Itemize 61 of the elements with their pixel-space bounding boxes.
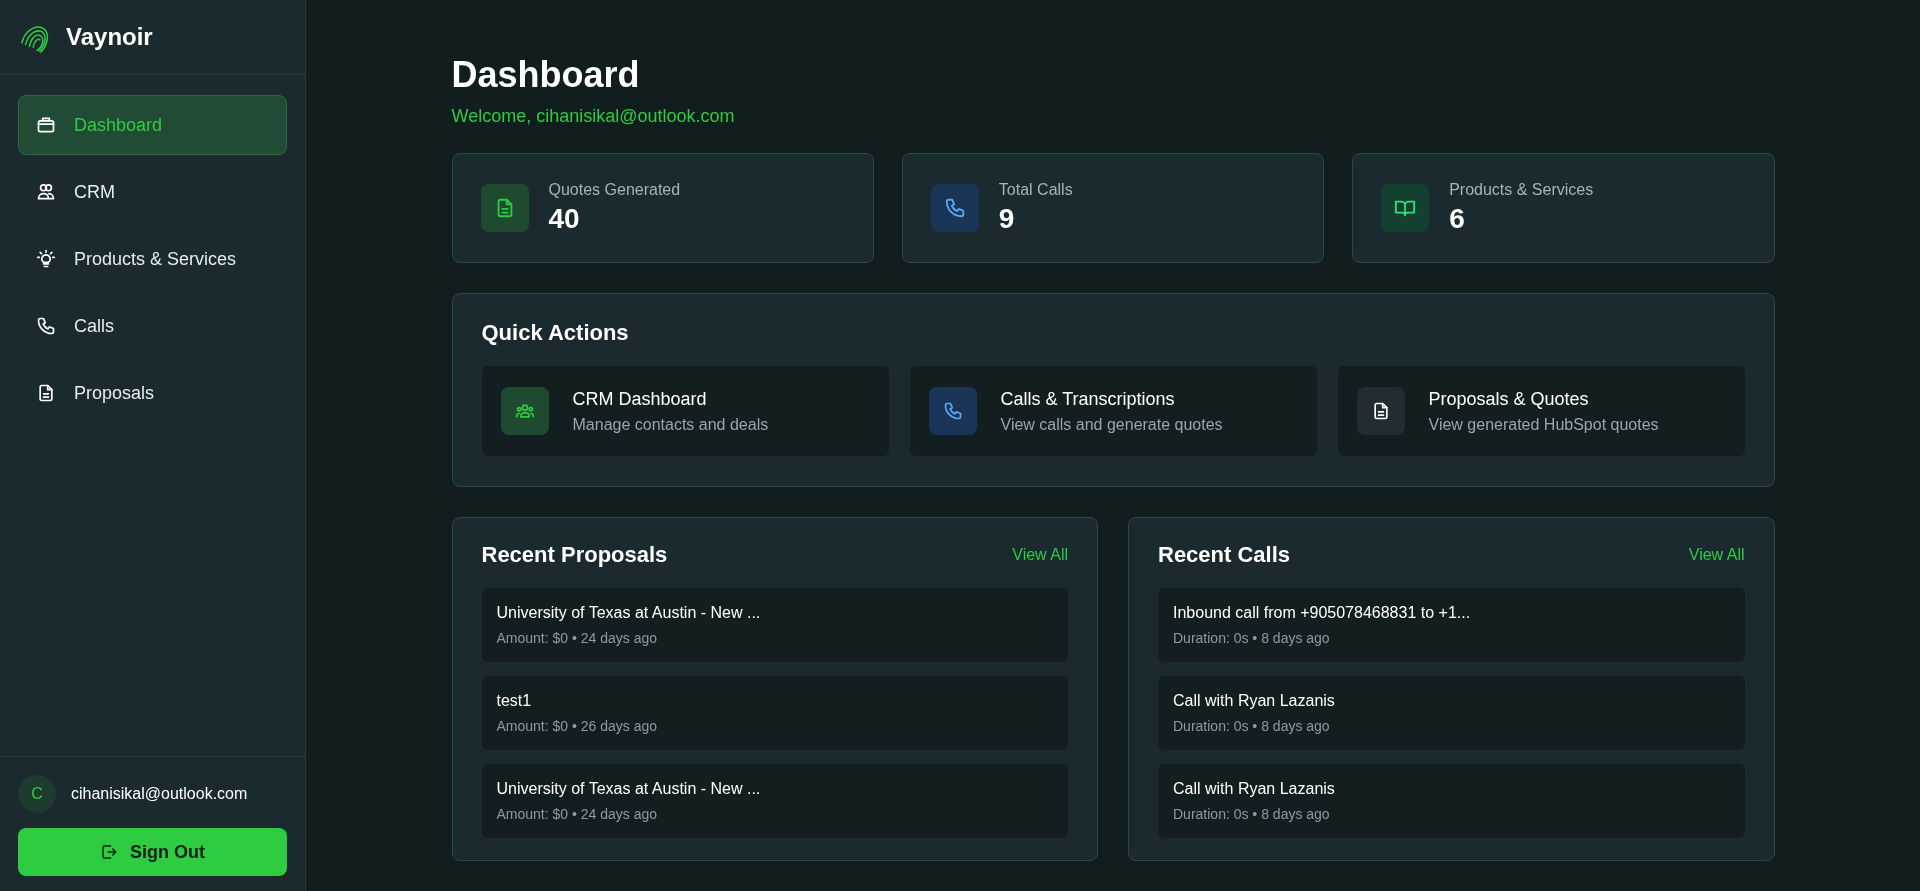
stat-label: Products & Services: [1449, 181, 1594, 199]
action-title: CRM Dashboard: [572, 388, 708, 410]
phone-icon: [930, 184, 979, 232]
document-icon: [36, 383, 56, 403]
item-title: University of Texas at Austin - New ...: [496, 604, 762, 622]
item-title: Call with Ryan Lazanis: [1173, 692, 1336, 710]
action-description: Manage contacts and deals: [572, 415, 769, 434]
action-description: View calls and generate quotes: [1000, 415, 1223, 434]
list-item[interactable]: test1 Amount: $0 • 26 days ago: [481, 676, 1068, 750]
action-description: View generated HubSpot quotes: [1428, 415, 1659, 434]
welcome-text: Welcome, cihanisikal@outlook.com: [451, 106, 736, 127]
stat-value: 6: [1449, 203, 1466, 235]
item-meta: Amount: $0 • 26 days ago: [496, 718, 659, 734]
view-all-link[interactable]: View All: [1688, 546, 1745, 564]
stat-value: 40: [548, 203, 581, 235]
quick-action-card[interactable]: Calls & Transcriptions View calls and generate quotes: [909, 366, 1317, 456]
list-item[interactable]: Call with Ryan Lazanis Duration: 0s • 8 days ago: [1158, 764, 1745, 838]
stat-label: Quotes Generated: [548, 181, 681, 199]
list-item[interactable]: Inbound call from +905078468831 to +1... Duration: 0s • 8 days ago: [1158, 588, 1745, 662]
section-title: Quick Actions: [481, 320, 630, 346]
action-title: Calls & Transcriptions: [1000, 388, 1176, 410]
phone-icon: [928, 387, 977, 435]
phone-icon: [36, 316, 56, 336]
book-icon: [1381, 184, 1430, 232]
page-title: Dashboard: [451, 54, 641, 96]
document-icon: [1356, 387, 1405, 435]
user-email: cihanisikal@outlook.com: [71, 785, 248, 803]
people-icon: [36, 182, 56, 202]
item-title: test1: [496, 692, 533, 710]
item-meta: Duration: 0s • 8 days ago: [1173, 806, 1331, 822]
brand-name: Vaynoir: [66, 23, 153, 51]
list-item[interactable]: University of Texas at Austin - New ... Amount: $0 • 24 days ago: [481, 764, 1068, 838]
quick-action-card[interactable]: Proposals & Quotes View generated HubSpot quotes: [1337, 366, 1745, 456]
sidebar-item[interactable]: Dashboard: [18, 95, 287, 155]
document-icon: [480, 184, 529, 232]
sidebar-item[interactable]: Calls: [18, 296, 287, 356]
view-all-link[interactable]: View All: [1012, 546, 1068, 564]
item-title: University of Texas at Austin - New ...: [496, 780, 762, 798]
user-avatar: C: [18, 775, 56, 813]
lightbulb-icon: [36, 249, 56, 269]
item-meta: Duration: 0s • 8 days ago: [1173, 718, 1331, 734]
sidebar-item[interactable]: Products & Services: [18, 229, 287, 289]
stat-label: Total Calls: [998, 181, 1073, 199]
list-item[interactable]: Call with Ryan Lazanis Duration: 0s • 8 days ago: [1158, 676, 1745, 750]
sidebar-item[interactable]: CRM: [18, 162, 287, 222]
stat-value: 9: [998, 203, 1016, 235]
item-title: Call with Ryan Lazanis: [1173, 780, 1336, 798]
item-meta: Amount: $0 • 24 days ago: [496, 630, 659, 646]
item-meta: Duration: 0s • 8 days ago: [1173, 630, 1331, 646]
quick-action-card[interactable]: CRM Dashboard Manage contacts and deals: [481, 366, 889, 456]
section-title: Recent Proposals: [481, 542, 668, 568]
section-title: Recent Calls: [1158, 542, 1291, 568]
people-icon: [500, 387, 549, 435]
sign-out-button[interactable]: Sign Out: [18, 828, 287, 876]
list-item[interactable]: University of Texas at Austin - New ... Amount: $0 • 24 days ago: [481, 588, 1068, 662]
action-title: Proposals & Quotes: [1428, 388, 1590, 410]
logout-icon: [100, 843, 118, 861]
briefcase-icon: [36, 115, 56, 135]
sidebar-item[interactable]: Proposals: [18, 363, 287, 423]
item-title: Inbound call from +905078468831 to +1...: [1173, 604, 1472, 622]
item-meta: Amount: $0 • 24 days ago: [496, 806, 659, 822]
